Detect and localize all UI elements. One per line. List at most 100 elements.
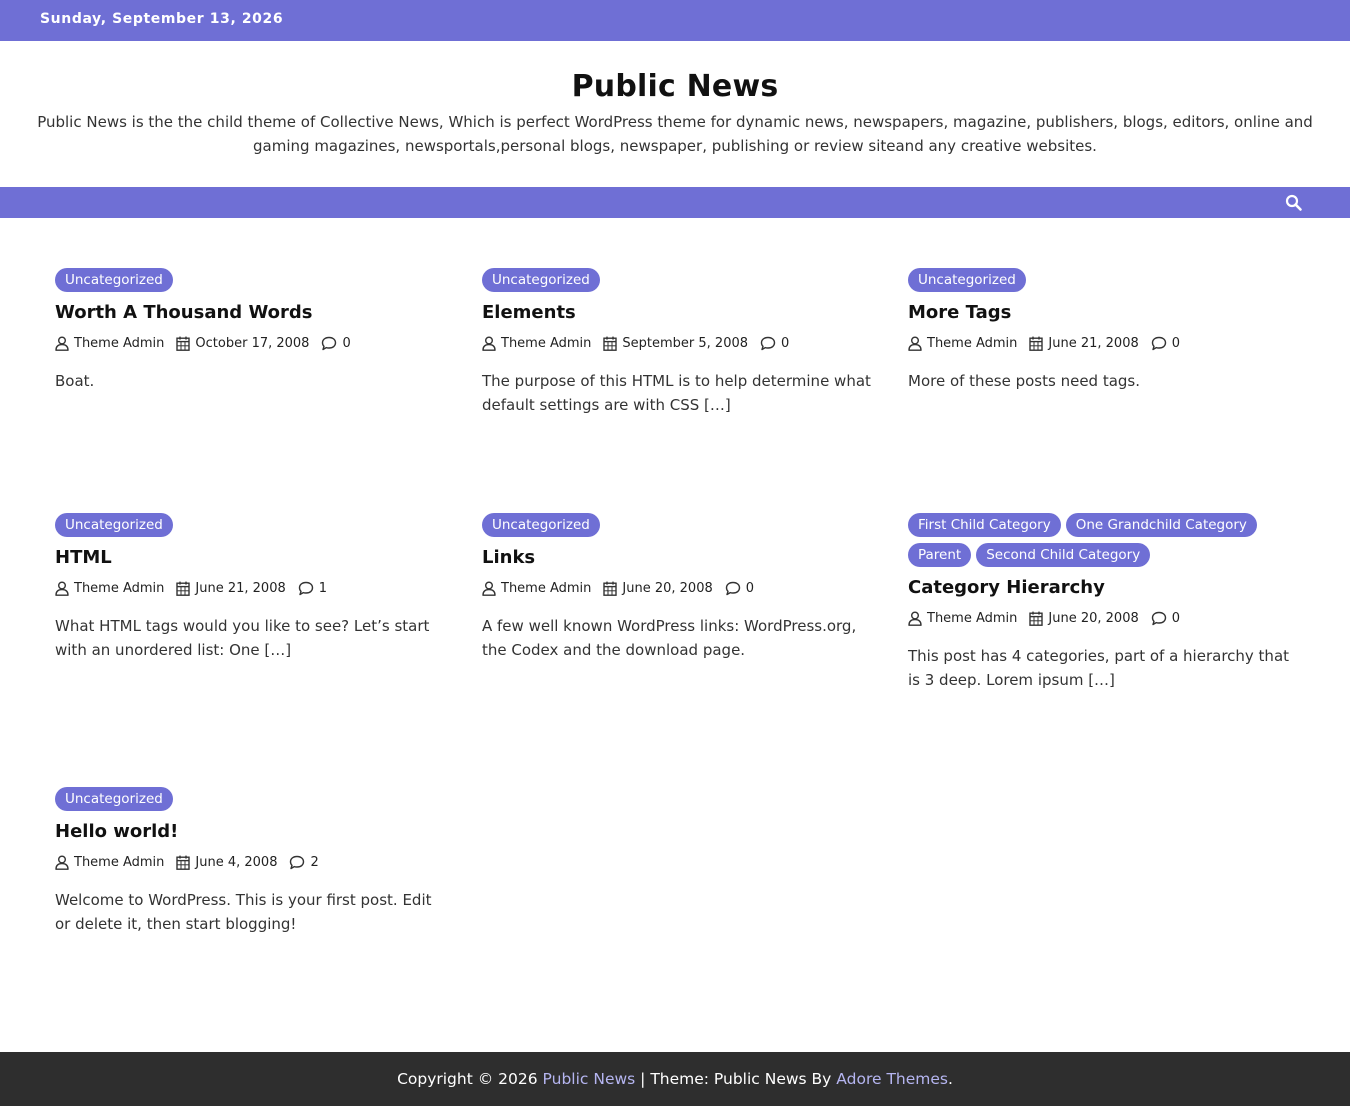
comment-count: 0 <box>342 335 351 351</box>
post-excerpt: Boat. <box>55 372 95 390</box>
footer-site-link[interactable]: Public News <box>543 1070 636 1088</box>
comment-icon <box>1151 611 1172 626</box>
footer-copyright: Copyright © 2026 <box>397 1070 538 1088</box>
post-categories: Uncategorized <box>482 268 872 292</box>
post-excerpt: More of these posts need tags. <box>908 372 1141 390</box>
user-icon <box>55 336 74 351</box>
post-card: Uncategorized Worth A Thousand Words Theme… <box>55 268 445 393</box>
post-categories: Uncategorized <box>55 787 445 811</box>
comment-icon <box>1151 336 1172 351</box>
post-title[interactable]: Elements <box>482 301 872 325</box>
post-date[interactable]: October 17, 2008 <box>176 336 309 351</box>
post-card: First Child Category One Grandchild Categ… <box>908 513 1298 692</box>
site-footer: Copyright © 2026 Public News | Theme: Pu… <box>0 1052 1350 1106</box>
calendar-icon <box>1029 336 1048 351</box>
post-excerpt: What HTML tags would you like to see? Le… <box>55 617 430 659</box>
category-badge[interactable]: Uncategorized <box>55 513 173 537</box>
post-author[interactable]: Theme Admin <box>55 855 164 870</box>
post-card: Uncategorized Hello world! Theme Admin June… <box>55 787 445 936</box>
post-title[interactable]: Links <box>482 546 872 570</box>
author-name: Theme Admin <box>74 335 165 351</box>
date-text: September 5, 2008 <box>622 335 749 351</box>
post-date[interactable]: June 21, 2008 <box>176 580 286 596</box>
post-author[interactable]: Theme Admin <box>482 336 591 351</box>
comment-count: 0 <box>781 335 790 351</box>
post-card: Uncategorized HTML Theme Admin June 21, 200… <box>55 513 445 662</box>
category-badge[interactable]: First Child Category <box>908 513 1061 537</box>
post-excerpt: Welcome to WordPress. This is your first… <box>55 891 432 933</box>
footer-author-link[interactable]: Adore Themes <box>836 1070 948 1088</box>
post-title[interactable]: More Tags <box>908 301 1298 325</box>
current-date: Sunday, September 13, 2026 <box>40 11 284 27</box>
author-name: Theme Admin <box>74 580 165 596</box>
date-text: October 17, 2008 <box>195 335 310 351</box>
post-card: Uncategorized Elements Theme Admin Septembe… <box>482 268 872 417</box>
post-title[interactable]: HTML <box>55 546 445 570</box>
post-comments[interactable]: 1 <box>298 581 327 596</box>
calendar-icon <box>603 336 622 351</box>
author-name: Theme Admin <box>501 580 592 596</box>
post-categories: Uncategorized <box>55 268 445 292</box>
post-date[interactable]: June 20, 2008 <box>603 580 713 596</box>
comment-count: 2 <box>310 854 319 870</box>
date-text: June 20, 2008 <box>622 580 713 596</box>
post-date[interactable]: September 5, 2008 <box>603 336 748 351</box>
post-comments[interactable]: 0 <box>760 336 789 351</box>
post-card: Uncategorized Links Theme Admin June 20, 20… <box>482 513 872 662</box>
post-comments[interactable]: 2 <box>289 854 319 870</box>
post-categories: Uncategorized <box>55 513 445 537</box>
date-text: June 21, 2008 <box>195 580 286 596</box>
date-text: June 20, 2008 <box>1048 610 1139 626</box>
date-text: June 4, 2008 <box>195 854 278 870</box>
post-meta: Theme Admin June 21, 2008 1 <box>55 579 445 597</box>
author-name: Theme Admin <box>927 610 1018 626</box>
post-title[interactable]: Hello world! <box>55 820 445 844</box>
post-excerpt: This post has 4 categories, part of a hi… <box>908 647 1290 689</box>
post-comments[interactable]: 0 <box>321 335 351 351</box>
calendar-icon <box>176 336 195 351</box>
category-badge[interactable]: Uncategorized <box>55 268 173 292</box>
post-comments[interactable]: 0 <box>1151 336 1180 351</box>
post-author[interactable]: Theme Admin <box>908 336 1017 351</box>
category-badge[interactable]: Uncategorized <box>55 787 173 811</box>
post-excerpt: The purpose of this HTML is to help dete… <box>482 372 871 414</box>
post-author[interactable]: Theme Admin <box>482 581 591 596</box>
post-date[interactable]: June 20, 2008 <box>1029 610 1139 626</box>
post-meta: Theme Admin October 17, 2008 0 <box>55 334 445 352</box>
comment-count: 0 <box>1171 610 1181 626</box>
post-meta: Theme Admin June 21, 2008 0 <box>908 334 1298 352</box>
post-comments[interactable]: 0 <box>725 581 754 596</box>
calendar-icon <box>1029 611 1048 626</box>
category-badge[interactable]: Uncategorized <box>482 513 600 537</box>
post-meta: Theme Admin June 20, 2008 0 <box>482 579 872 597</box>
author-name: Theme Admin <box>927 335 1018 351</box>
post-title[interactable]: Category Hierarchy <box>908 576 1298 600</box>
category-badge[interactable]: Uncategorized <box>482 268 600 292</box>
user-icon <box>908 611 927 626</box>
calendar-icon <box>176 581 195 596</box>
search-icon[interactable] <box>1284 193 1304 213</box>
user-icon <box>908 336 927 351</box>
comment-icon <box>289 855 310 870</box>
category-badge[interactable]: Parent <box>908 543 972 567</box>
post-comments[interactable]: 0 <box>1151 611 1180 626</box>
user-icon <box>55 855 74 870</box>
category-badge[interactable]: Second Child Category <box>976 543 1151 567</box>
footer-theme-text: | Theme: Public News By <box>640 1070 832 1088</box>
calendar-icon <box>176 855 195 870</box>
footer-period: . <box>947 1070 953 1088</box>
post-author[interactable]: Theme Admin <box>908 611 1017 626</box>
comment-icon <box>321 336 342 351</box>
post-author[interactable]: Theme Admin <box>55 581 164 596</box>
category-badge[interactable]: One Grandchild Category <box>1065 513 1257 537</box>
post-author[interactable]: Theme Admin <box>55 336 164 351</box>
post-title[interactable]: Worth A Thousand Words <box>55 301 445 325</box>
comment-count: 0 <box>1171 335 1181 351</box>
site-title[interactable]: Public News <box>0 69 1350 104</box>
post-date[interactable]: June 4, 2008 <box>176 855 277 870</box>
post-date[interactable]: June 21, 2008 <box>1029 336 1139 351</box>
calendar-icon <box>603 581 622 596</box>
user-icon <box>55 581 74 596</box>
site-description: Public News is the the child theme of Co… <box>37 113 1313 155</box>
category-badge[interactable]: Uncategorized <box>908 268 1026 292</box>
